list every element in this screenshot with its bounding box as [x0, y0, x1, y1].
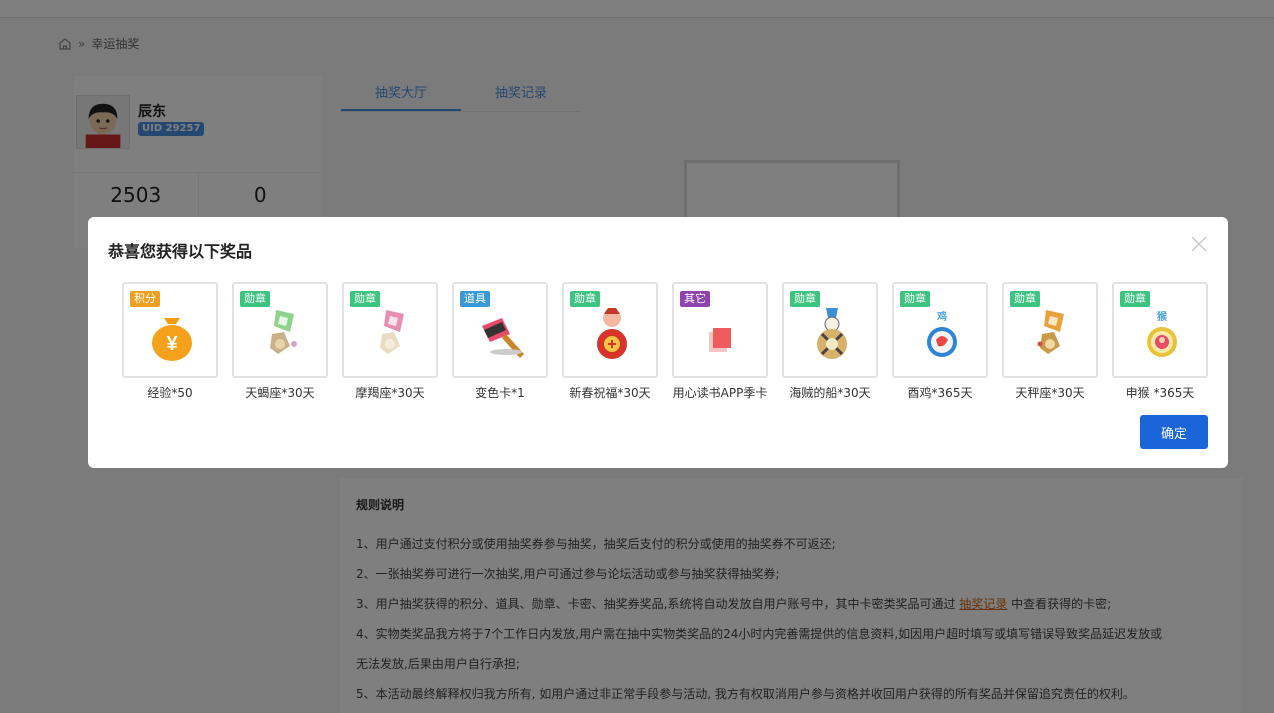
prize-item: 道具 变色卡*1 — [445, 282, 555, 401]
prize-box: 勋章 — [342, 282, 438, 378]
prize-label: 申猴 *365天 — [1125, 386, 1195, 400]
monkey-medal-icon: 猴 — [1147, 310, 1177, 357]
prize-box: 勋章 — [232, 282, 328, 378]
prize-item: 勋章 天秤座*30天 — [995, 282, 1105, 401]
prize-label: 摩羯座*30天 — [355, 386, 425, 400]
prize-item: 勋章 新春祝福*30天 — [555, 282, 665, 401]
prize-label: 变色卡*1 — [475, 386, 525, 400]
prize-item: 勋章 摩羯座*30天 — [335, 282, 445, 401]
capricorn-medal-icon — [380, 310, 404, 354]
prize-box: 勋章 — [1002, 282, 1098, 378]
prize-label: 海贼的船*30天 — [789, 386, 871, 400]
prize-box: 勋章 鸡 — [892, 282, 988, 378]
prize-item: 勋章 猴 申猴 *365天 — [1105, 282, 1215, 401]
prize-list: 积分 ¥ 经验*50 勋章 天蝎座*30天 勋章 摩羯座*30天 道具 变色卡*… — [115, 282, 1215, 401]
money-bag-icon: ¥ — [152, 318, 192, 361]
svg-text:猴: 猴 — [1157, 310, 1168, 323]
rooster-medal-icon: 鸡 — [927, 310, 957, 357]
svg-text:鸡: 鸡 — [936, 310, 947, 323]
pirate-ship-medal-icon — [817, 308, 847, 359]
paint-brush-icon — [482, 318, 524, 358]
prize-item: 勋章 鸡 酉鸡*365天 — [885, 282, 995, 401]
prize-box: 道具 — [452, 282, 548, 378]
prize-item: 勋章 海贼的船*30天 — [775, 282, 885, 401]
prize-label: 天蝎座*30天 — [245, 386, 315, 400]
prize-box: 勋章 — [562, 282, 658, 378]
prize-label: 经验*50 — [147, 386, 193, 400]
close-icon[interactable] — [1190, 235, 1208, 253]
card-icon — [709, 328, 731, 352]
prize-label: 用心读书APP季卡 — [672, 386, 768, 400]
prize-label: 酉鸡*365天 — [907, 386, 973, 400]
prize-item: 其它 用心读书APP季卡 — [665, 282, 775, 401]
prize-box: 其它 — [672, 282, 768, 378]
prize-label: 新春祝福*30天 — [569, 386, 651, 400]
scorpio-medal-icon — [270, 310, 297, 354]
svg-text:¥: ¥ — [166, 333, 178, 355]
prize-item: 勋章 天蝎座*30天 — [225, 282, 335, 401]
prize-box: 勋章 猴 — [1112, 282, 1208, 378]
prize-box: 积分 ¥ — [122, 282, 218, 378]
prize-label: 天秤座*30天 — [1015, 386, 1085, 400]
new-year-medal-icon — [597, 308, 627, 359]
libra-medal-icon — [1037, 310, 1064, 354]
confirm-button[interactable]: 确定 — [1140, 415, 1208, 449]
modal-title: 恭喜您获得以下奖品 — [108, 242, 253, 261]
prize-modal: 恭喜您获得以下奖品 积分 ¥ 经验*50 勋章 天蝎座*30天 勋章 摩羯座*3… — [88, 217, 1228, 468]
prize-item: 积分 ¥ 经验*50 — [115, 282, 225, 401]
prize-box: 勋章 — [782, 282, 878, 378]
